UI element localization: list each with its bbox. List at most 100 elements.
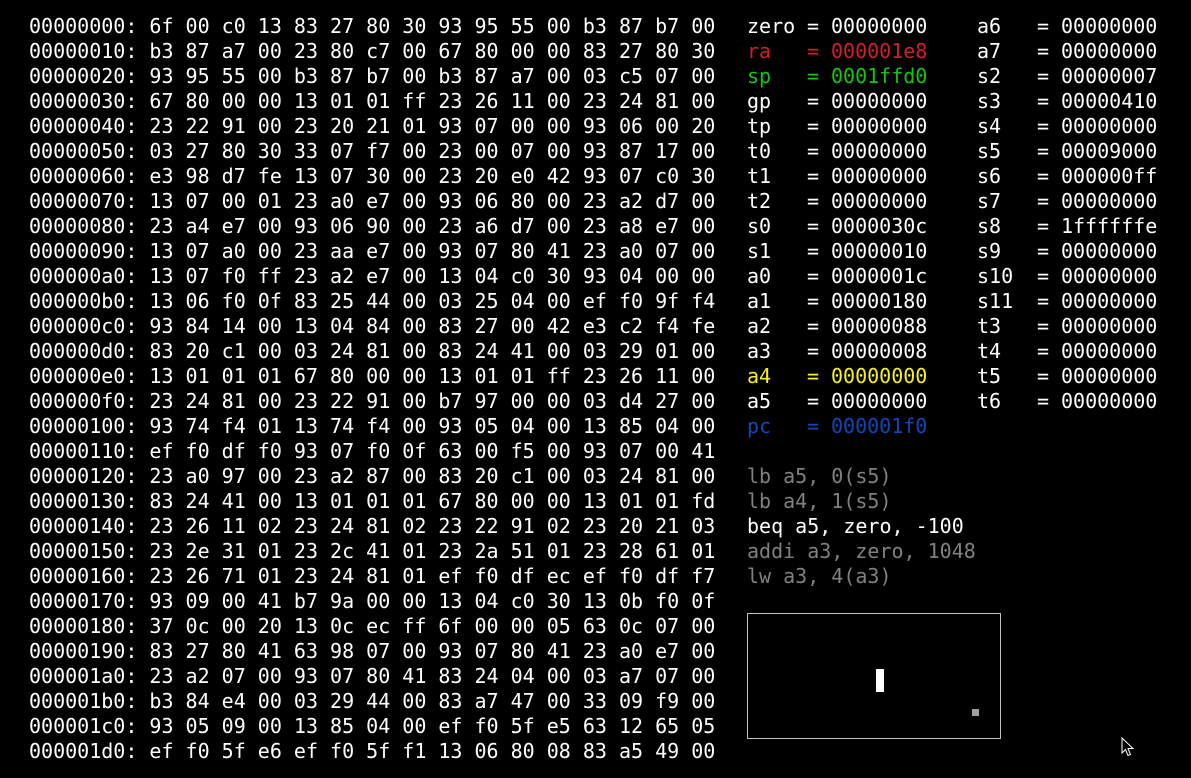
disassembly-view: lb a5, 0(s5) lb a4, 1(s5) beq a5, zero, -1… bbox=[747, 464, 976, 589]
register-name: sp bbox=[747, 64, 772, 88]
register-row-a5: a5 = 00000000 bbox=[747, 389, 927, 414]
register-value: 00000000 bbox=[831, 89, 928, 113]
equals-sign: = bbox=[1037, 214, 1050, 238]
equals-sign: = bbox=[807, 214, 820, 238]
register-row-pc: pc = 000001f0 bbox=[747, 414, 927, 439]
equals-sign: = bbox=[1037, 339, 1050, 363]
equals-sign: = bbox=[807, 64, 820, 88]
hexdump-row: 00000080: 23 a4 e7 00 93 06 90 00 23 a6 … bbox=[29, 214, 716, 238]
register-value: 00000000 bbox=[831, 189, 928, 213]
hexdump-row: 00000100: 93 74 f4 01 13 74 f4 00 93 05 … bbox=[29, 414, 716, 438]
register-value: 000001e8 bbox=[831, 39, 928, 63]
register-value: 00000000 bbox=[831, 139, 928, 163]
mouse-cursor-icon bbox=[1121, 737, 1135, 757]
register-row-a7: a7 = 00000000 bbox=[977, 39, 1157, 64]
register-value: 00000008 bbox=[831, 339, 928, 363]
equals-sign: = bbox=[1037, 389, 1050, 413]
register-name: t6 bbox=[977, 389, 1002, 413]
equals-sign: = bbox=[1037, 114, 1050, 138]
register-value: 00000000 bbox=[831, 114, 928, 138]
equals-sign: = bbox=[1037, 189, 1050, 213]
register-value: 0000030c bbox=[831, 214, 928, 238]
register-name: a5 bbox=[747, 389, 772, 413]
register-value: 00000000 bbox=[1061, 364, 1158, 388]
register-name: s8 bbox=[977, 214, 1002, 238]
register-value: 00000000 bbox=[1061, 389, 1158, 413]
equals-sign: = bbox=[1037, 364, 1050, 388]
register-name: s4 bbox=[977, 114, 1002, 138]
hexdump-row: 00000070: 13 07 00 01 23 a0 e7 00 93 06 … bbox=[29, 189, 716, 213]
register-name: s1 bbox=[747, 239, 772, 263]
equals-sign: = bbox=[1037, 139, 1050, 163]
paddle bbox=[876, 669, 884, 692]
equals-sign: = bbox=[807, 114, 820, 138]
hexdump-row: 00000030: 67 80 00 00 13 01 01 ff 23 26 … bbox=[29, 89, 716, 113]
register-row-t2: t2 = 00000000 bbox=[747, 189, 927, 214]
hexdump-row: 00000170: 93 09 00 41 b7 9a 00 00 13 04 … bbox=[29, 589, 716, 613]
register-value: 00000000 bbox=[831, 164, 928, 188]
register-row-tp: tp = 00000000 bbox=[747, 114, 927, 139]
hexdump-row: 00000120: 23 a0 97 00 23 a2 87 00 83 20 … bbox=[29, 464, 716, 488]
equals-sign: = bbox=[807, 39, 820, 63]
register-name: s9 bbox=[977, 239, 1002, 263]
register-value: 00000410 bbox=[1061, 89, 1158, 113]
instruction-line: lw a3, 4(a3) bbox=[747, 564, 892, 588]
hexdump-row: 000001d0: ef f0 5f e6 ef f0 5f f1 13 06 … bbox=[29, 739, 716, 763]
register-row-s0: s0 = 0000030c bbox=[747, 214, 927, 239]
register-value: 000000ff bbox=[1061, 164, 1158, 188]
equals-sign: = bbox=[807, 264, 820, 288]
hexdump-row: 00000180: 37 0c 00 20 13 0c ec ff 6f 00 … bbox=[29, 614, 716, 638]
current-instruction: beq a5, zero, -100 bbox=[747, 514, 964, 538]
register-row-t0: t0 = 00000000 bbox=[747, 139, 927, 164]
equals-sign: = bbox=[1037, 314, 1050, 338]
register-name: tp bbox=[747, 114, 772, 138]
register-name: a4 bbox=[747, 364, 772, 388]
register-value: 00000000 bbox=[831, 389, 928, 413]
ball bbox=[972, 709, 979, 716]
equals-sign: = bbox=[807, 139, 820, 163]
hexdump-row: 00000150: 23 2e 31 01 23 2c 41 01 23 2a … bbox=[29, 539, 716, 563]
register-name: a3 bbox=[747, 339, 772, 363]
hexdump-row: 00000000: 6f 00 c0 13 83 27 80 30 93 95 … bbox=[29, 14, 716, 38]
hexdump-row: 000001c0: 93 05 09 00 13 85 04 00 ef f0 … bbox=[29, 714, 716, 738]
register-row-a2: a2 = 00000088 bbox=[747, 314, 927, 339]
equals-sign: = bbox=[807, 339, 820, 363]
register-name: zero bbox=[747, 14, 796, 38]
register-row-a3: a3 = 00000008 bbox=[747, 339, 927, 364]
register-value: 0001ffd0 bbox=[831, 64, 928, 88]
equals-sign: = bbox=[807, 14, 820, 38]
register-name: t4 bbox=[977, 339, 1002, 363]
instruction-line: lb a4, 1(s5) bbox=[747, 489, 892, 513]
hexdump-row: 000000d0: 83 20 c1 00 03 24 81 00 83 24 … bbox=[29, 339, 716, 363]
register-name: a2 bbox=[747, 314, 772, 338]
register-value: 00000007 bbox=[1061, 64, 1158, 88]
hexdump-row: 00000130: 83 24 41 00 13 01 01 01 67 80 … bbox=[29, 489, 716, 513]
equals-sign: = bbox=[1037, 264, 1050, 288]
register-value: 1ffffffe bbox=[1061, 214, 1158, 238]
register-name: s3 bbox=[977, 89, 1002, 113]
register-row-a1: a1 = 00000180 bbox=[747, 289, 927, 314]
equals-sign: = bbox=[1037, 289, 1050, 313]
hexdump-row: 00000160: 23 26 71 01 23 24 81 01 ef f0 … bbox=[29, 564, 716, 588]
register-value: 00000010 bbox=[831, 239, 928, 263]
register-name: s7 bbox=[977, 189, 1002, 213]
equals-sign: = bbox=[1037, 64, 1050, 88]
hexdump-row: 000000f0: 23 24 81 00 23 22 91 00 b7 97 … bbox=[29, 389, 716, 413]
equals-sign: = bbox=[807, 89, 820, 113]
register-name: a1 bbox=[747, 289, 772, 313]
register-name: a6 bbox=[977, 14, 1002, 38]
register-row-s5: s5 = 00009000 bbox=[977, 139, 1157, 164]
hexdump-row: 00000190: 83 27 80 41 63 98 07 00 93 07 … bbox=[29, 639, 716, 663]
hexdump-row: 000001a0: 23 a2 07 00 93 07 80 41 83 24 … bbox=[29, 664, 716, 688]
register-name: pc bbox=[747, 414, 772, 438]
register-value: 00000000 bbox=[831, 364, 928, 388]
register-value: 00000000 bbox=[1061, 264, 1158, 288]
register-row-s2: s2 = 00000007 bbox=[977, 64, 1157, 89]
equals-sign: = bbox=[807, 189, 820, 213]
hexdump-row: 00000060: e3 98 d7 fe 13 07 30 00 23 20 … bbox=[29, 164, 716, 188]
register-value: 0000001c bbox=[831, 264, 928, 288]
register-name: t3 bbox=[977, 314, 1002, 338]
register-value: 00000000 bbox=[1061, 239, 1158, 263]
register-value: 00000000 bbox=[1061, 189, 1158, 213]
register-name: t1 bbox=[747, 164, 772, 188]
